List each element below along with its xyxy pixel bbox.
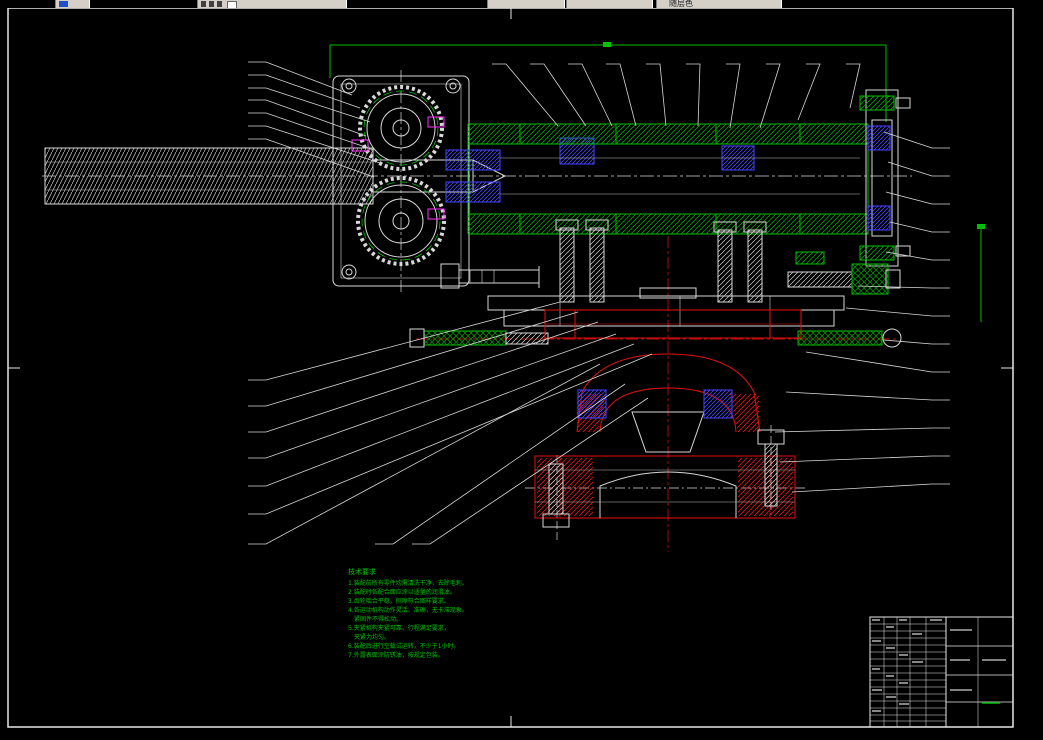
- color-dropdown-fragment[interactable]: 随层色: [656, 0, 782, 8]
- title-block-text-marks: [872, 619, 1006, 712]
- title-block: [869, 616, 1014, 728]
- vise-base: [534, 429, 796, 528]
- left-adjust-bolt: [440, 263, 540, 289]
- layer-color-swatch: [227, 1, 237, 8]
- technical-notes: 技术要求 1.装配前所有零件均需清洗干净，去除毛刺。 2.装配时各配合面应涂以适…: [348, 568, 498, 660]
- sheet-frame: [7, 7, 1014, 728]
- cad-application-window: 随层色 技术要求 1.装配前所有零件均需清洗干净，去除毛刺。 2.装配时各配合面…: [0, 0, 1043, 740]
- color-dropdown-label: 随层色: [669, 0, 693, 8]
- layer-icon: [217, 1, 222, 7]
- notes-line: 夹紧力均匀。: [354, 634, 391, 641]
- spindle-body: [467, 123, 869, 235]
- toolbar-icon: [59, 1, 68, 7]
- left-handle: [409, 328, 549, 348]
- layer-icon: [201, 1, 206, 7]
- swivel-vise-body: [544, 309, 802, 453]
- notes-line: 5.夹紧机构夹紧可靠，行程满足要求，: [348, 625, 450, 632]
- layer-icon: [209, 1, 214, 7]
- notes-line: 6.装配后进行空载试运转，不少于1小时。: [348, 643, 460, 650]
- cad-model-space[interactable]: [0, 7, 1043, 740]
- notes-line: 3.齿轮啮合平稳，侧隙符合图样要求。: [348, 598, 450, 605]
- drawing-canvas: [7, 7, 1014, 728]
- notes-line: 4.各运动机构动作灵活、准确，无卡滞现象。: [348, 607, 468, 614]
- toolbar-dropdown-fragment[interactable]: [566, 0, 653, 8]
- notes-line: 2.装配时各配合面应涂以适量的润滑油。: [348, 589, 456, 596]
- layer-dropdown-fragment[interactable]: [197, 0, 347, 8]
- bearing-details: [445, 137, 755, 203]
- toolbar-dropdown-fragment[interactable]: [487, 0, 565, 8]
- notes-line: 紧固件不得松动。: [354, 616, 403, 623]
- toolbar-button-fragment[interactable]: [55, 0, 90, 8]
- notes-line: 1.装配前所有零件均需清洗干净，去除毛刺。: [348, 580, 468, 587]
- notes-line: 7.外露表面涂防锈油，按规定包装。: [348, 652, 444, 659]
- notes-title: 技术要求: [348, 568, 376, 576]
